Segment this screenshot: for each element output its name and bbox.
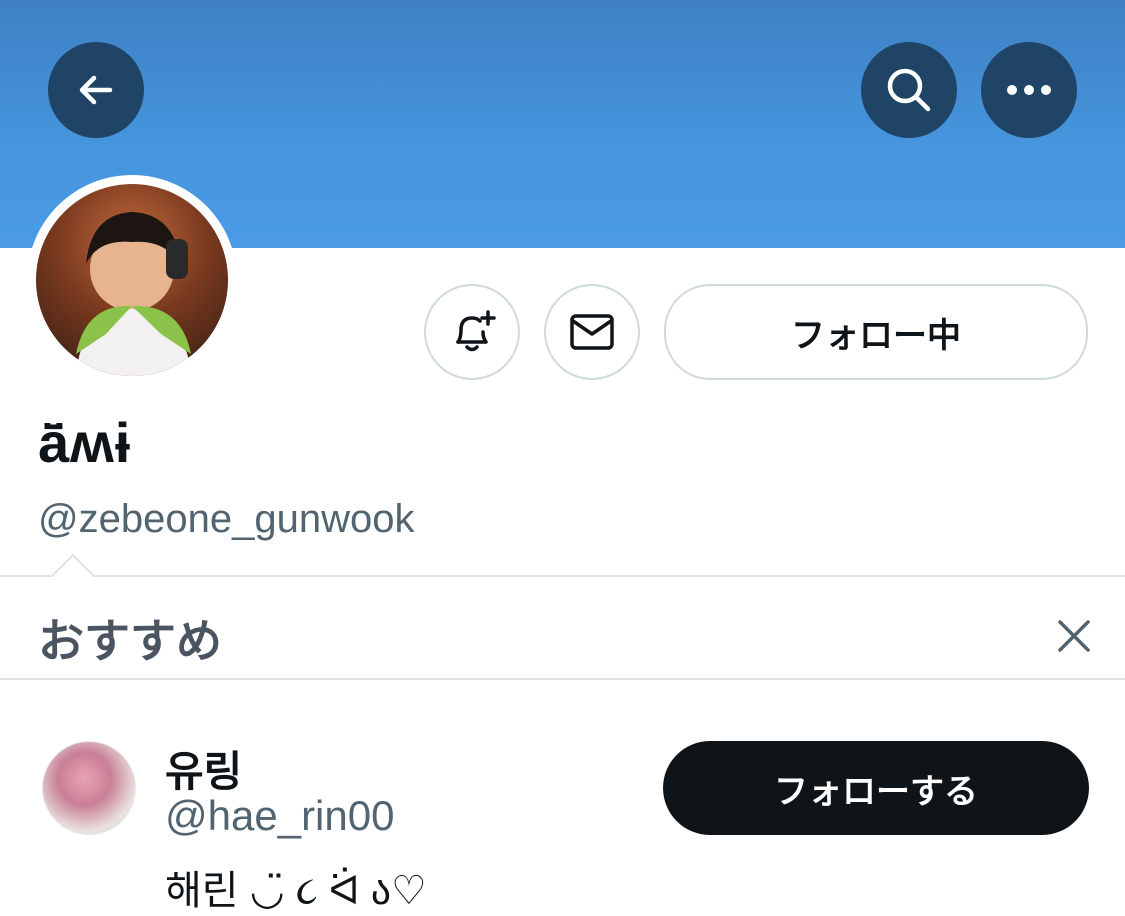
profile-avatar[interactable]: [36, 184, 228, 376]
notification-bell-button[interactable]: [424, 284, 520, 380]
follow-button[interactable]: フォローする: [663, 741, 1089, 835]
section-divider: [0, 575, 1125, 577]
arrow-left-icon: [79, 75, 113, 105]
search-icon: [887, 68, 931, 112]
recommended-user-bio: 해린 ◡̈ ૮ ᐛ ა♡: [165, 869, 427, 913]
display-name: ā̈ʍɨ: [38, 411, 132, 474]
back-button[interactable]: [48, 42, 144, 138]
recommended-user-name[interactable]: 유링: [165, 738, 242, 799]
following-button[interactable]: フォロー中: [664, 284, 1088, 380]
recommendations-title: おすすめ: [38, 615, 222, 667]
envelope-icon: [570, 314, 614, 350]
direct-message-button[interactable]: [544, 284, 640, 380]
search-button[interactable]: [861, 42, 957, 138]
more-horizontal-icon: [1007, 85, 1051, 95]
section-divider: [0, 678, 1125, 680]
user-handle: @zebeone_gunwook: [38, 497, 415, 541]
more-button[interactable]: [981, 42, 1077, 138]
avatar-image: [76, 212, 191, 376]
close-icon: [1058, 620, 1090, 652]
recommended-user-avatar[interactable]: [42, 741, 136, 835]
divider-notch: [51, 553, 95, 597]
close-recommendations-button[interactable]: [1050, 612, 1098, 660]
recommended-user-handle: @hae_rin00: [165, 792, 395, 839]
bell-plus-icon: [456, 310, 496, 352]
